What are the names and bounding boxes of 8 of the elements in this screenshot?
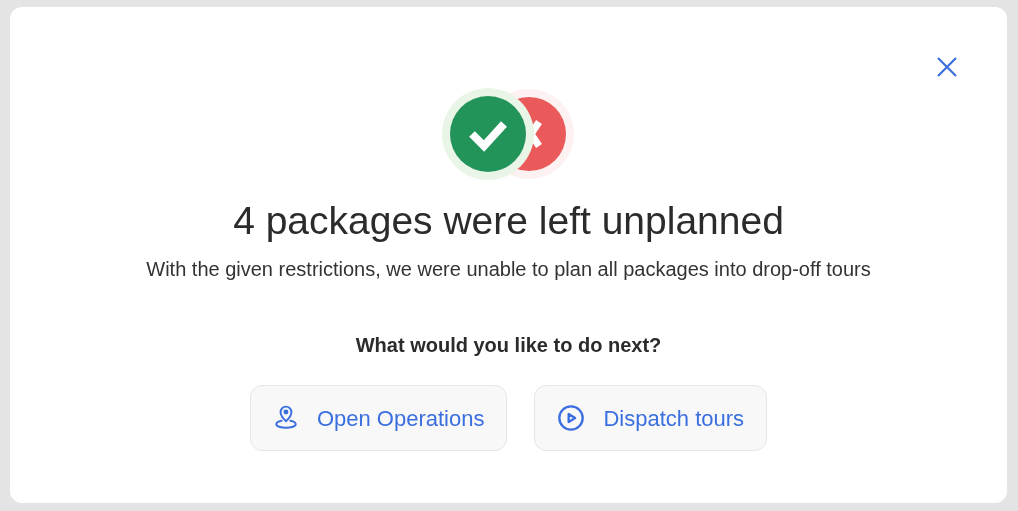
dialog-title: 4 packages were left unplanned — [233, 198, 784, 244]
action-button[interactable]: Open Operations — [249, 385, 508, 451]
play-icon — [557, 404, 586, 432]
map-pin-icon — [272, 405, 299, 431]
action-button[interactable]: Dispatch tours — [534, 385, 768, 451]
dialog-message: With the given restrictions, we were unable to plan all packages into drop-off tours — [146, 257, 871, 282]
close-icon[interactable] — [935, 55, 959, 79]
question-text: What would you like to do next? — [355, 333, 662, 358]
